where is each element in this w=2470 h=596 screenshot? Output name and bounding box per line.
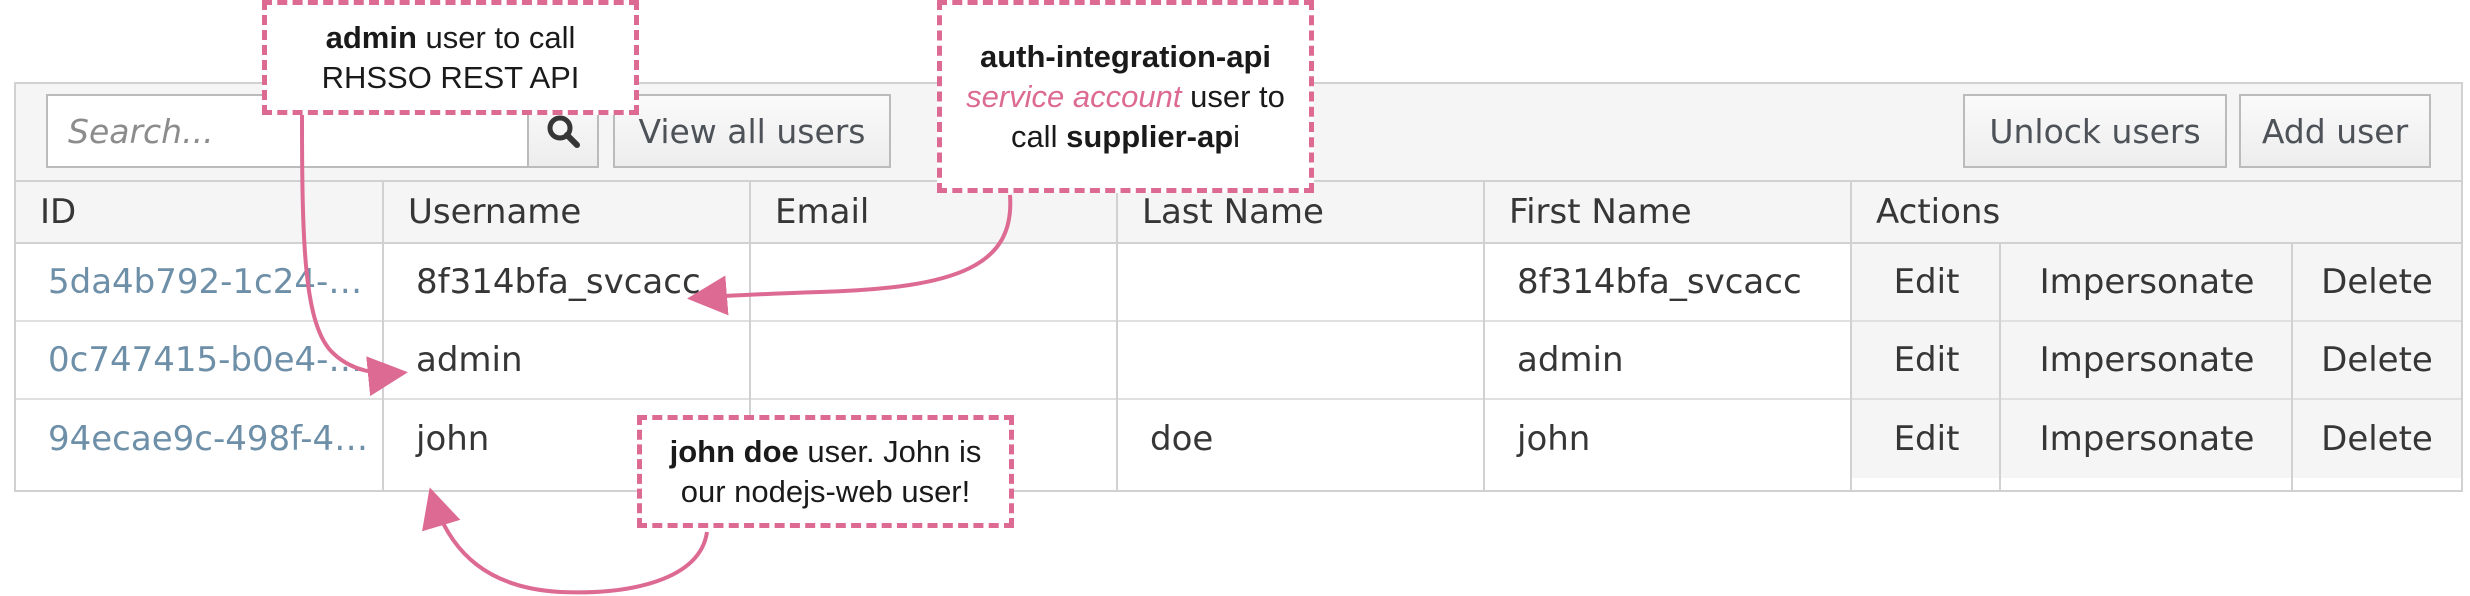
callout-auth-title: auth-integration-api (979, 38, 1272, 74)
add-user-button[interactable]: Add user (2239, 94, 2431, 168)
callout-auth-italic: service account (966, 78, 1182, 114)
user-id-link[interactable]: 94ecae9c-498f-4… (16, 400, 384, 478)
callout-john: john doe user. John is our nodejs-web us… (637, 415, 1014, 528)
email-cell (751, 244, 1118, 322)
first-name-cell: 8f314bfa_svcacc (1485, 244, 1852, 322)
column-divider (1483, 182, 1485, 490)
column-header-username[interactable]: Username (384, 182, 751, 244)
callout-john-text: user. John is (798, 433, 982, 469)
edit-button[interactable]: Edit (1852, 322, 2001, 400)
first-name-cell: john (1517, 419, 1591, 459)
unlock-users-button[interactable]: Unlock users (1963, 94, 2227, 168)
column-header-id[interactable]: ID (16, 182, 384, 244)
search-icon (547, 115, 580, 148)
callout-john-bold: john doe (669, 433, 799, 469)
impersonate-button[interactable]: Impersonate (2001, 322, 2293, 400)
delete-button[interactable]: Delete (2293, 322, 2461, 400)
callout-auth-integration: auth-integration-api service account use… (937, 0, 1314, 193)
column-divider (382, 182, 384, 490)
column-header-actions: Actions (1852, 182, 2461, 244)
callout-auth-text: user to (1181, 78, 1285, 114)
username-cell: 8f314bfa_svcacc (384, 244, 751, 322)
column-header-first-name[interactable]: First Name (1485, 182, 1852, 244)
last-name-cell: doe (1150, 419, 1214, 459)
column-divider (1999, 244, 2001, 490)
callout-admin-line2: RHSSO REST API (321, 59, 580, 95)
impersonate-button[interactable]: Impersonate (2001, 400, 2293, 478)
delete-button[interactable]: Delete (2293, 244, 2461, 322)
edit-button[interactable]: Edit (1852, 400, 2001, 478)
username-cell: admin (384, 322, 751, 400)
callout-auth-pre: call (1010, 118, 1067, 154)
column-divider (1850, 182, 1852, 490)
user-id-link[interactable]: 0c747415-b0e4-… (16, 322, 384, 400)
callout-auth-bold: supplier-ap (1066, 118, 1234, 154)
email-cell (751, 322, 1118, 400)
last-name-cell (1118, 244, 1485, 322)
callout-admin-text: user to call (416, 19, 576, 55)
impersonate-button[interactable]: Impersonate (2001, 244, 2293, 322)
last-name-cell (1118, 322, 1485, 400)
callout-auth-post: i (1233, 118, 1241, 154)
delete-button[interactable]: Delete (2293, 400, 2461, 478)
callout-john-line2: our nodejs-web user! (680, 473, 971, 509)
edit-button[interactable]: Edit (1852, 244, 2001, 322)
column-divider (1116, 182, 1118, 490)
user-id-link[interactable]: 5da4b792-1c24-… (16, 244, 384, 322)
callout-admin: admin user to call RHSSO REST API (262, 0, 639, 115)
view-all-users-button[interactable]: View all users (613, 94, 891, 168)
callout-admin-bold: admin (325, 19, 417, 55)
first-name-cell: admin (1485, 322, 1852, 400)
column-divider (2291, 244, 2293, 490)
